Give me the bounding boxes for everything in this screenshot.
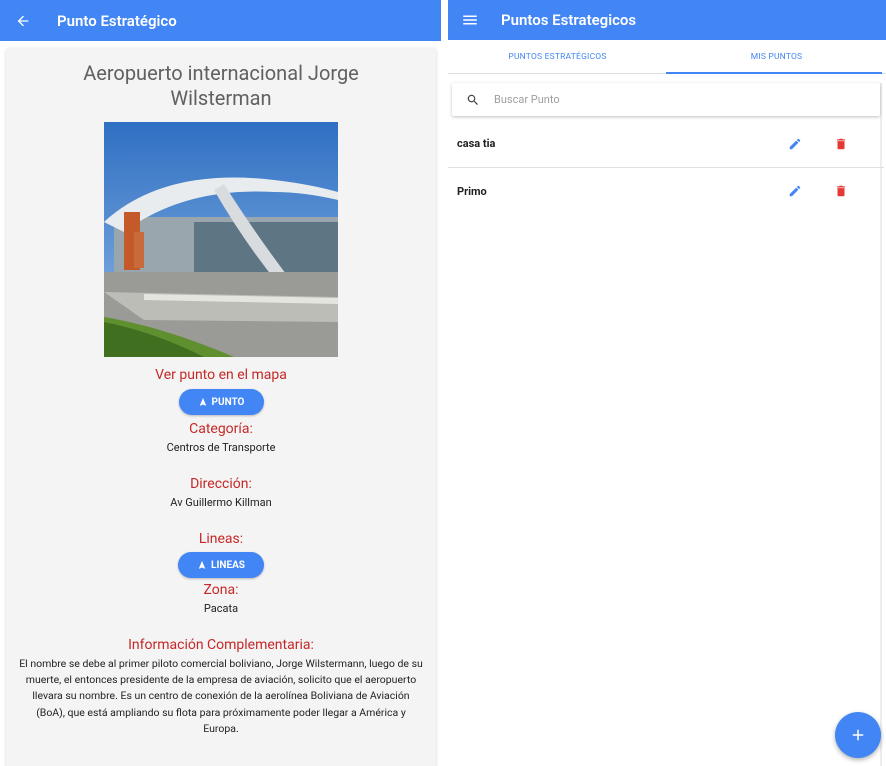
plus-icon [852, 729, 864, 741]
list-item[interactable]: casa tia [448, 120, 884, 167]
detail-title: Punto Estratégico [57, 11, 177, 30]
tab-bar: PUNTOS ESTRATÉGICOS MIS PUNTOS [448, 40, 886, 74]
navigation-arrow-icon [198, 560, 206, 569]
detail-app-bar: Punto Estratégico [0, 0, 441, 41]
search-bar[interactable]: Buscar Punto [452, 83, 880, 116]
info-label: Información Complementaria: [128, 637, 314, 653]
tab-puntos-estrategicos[interactable]: PUNTOS ESTRATÉGICOS [448, 40, 667, 73]
hamburger-menu-icon[interactable] [460, 10, 480, 30]
lines-button[interactable]: LINEAS [178, 552, 264, 578]
address-label: Dirección: [190, 476, 252, 492]
lines-label: Lineas: [198, 531, 244, 547]
detail-card: Aeropuerto internacional Jorge Wilsterma… [6, 48, 436, 766]
map-point-button[interactable]: PUNTO [178, 389, 264, 415]
info-text: El nombre se debe al primer piloto comer… [19, 657, 423, 735]
list-title: Puntos Estrategicos [501, 11, 637, 29]
category-label: Categoría: [189, 421, 253, 437]
zone-label: Zona: [203, 582, 239, 598]
list-item-name: Primo [457, 184, 487, 198]
place-name: Aeropuerto internacional Jorge Wilsterma… [83, 61, 359, 110]
address-value: Av Guillermo Killman [170, 496, 272, 509]
category-value: Centros de Transporte [166, 441, 276, 454]
map-point-button-label: PUNTO [211, 396, 245, 408]
trash-icon[interactable] [834, 137, 848, 151]
list-app-bar: Puntos Estrategicos [448, 0, 886, 40]
search-icon [467, 94, 478, 105]
list-item-name: casa tia [457, 137, 496, 150]
pencil-icon[interactable] [788, 184, 802, 198]
lines-button-label: LINEAS [211, 559, 245, 571]
navigation-arrow-icon [199, 397, 206, 406]
add-point-button[interactable] [835, 712, 881, 758]
list-screen: Puntos Estrategicos PUNTOS ESTRATÉGICOS … [448, 0, 886, 766]
place-photo [104, 122, 338, 357]
zone-value: Pacata [203, 602, 239, 615]
map-label: Ver punto en el mapa [155, 367, 287, 383]
list-item[interactable]: Primo [448, 167, 884, 214]
tab-indicator [666, 72, 882, 74]
tab-mis-puntos[interactable]: MIS PUNTOS [667, 40, 886, 73]
search-input[interactable]: Buscar Punto [494, 93, 560, 106]
detail-screen: Punto Estratégico Aeropuerto internacion… [0, 0, 441, 766]
trash-icon[interactable] [834, 184, 848, 198]
points-list: casa tia Primo [448, 120, 884, 214]
pencil-icon[interactable] [788, 137, 802, 151]
arrow-left-icon[interactable] [13, 11, 33, 31]
